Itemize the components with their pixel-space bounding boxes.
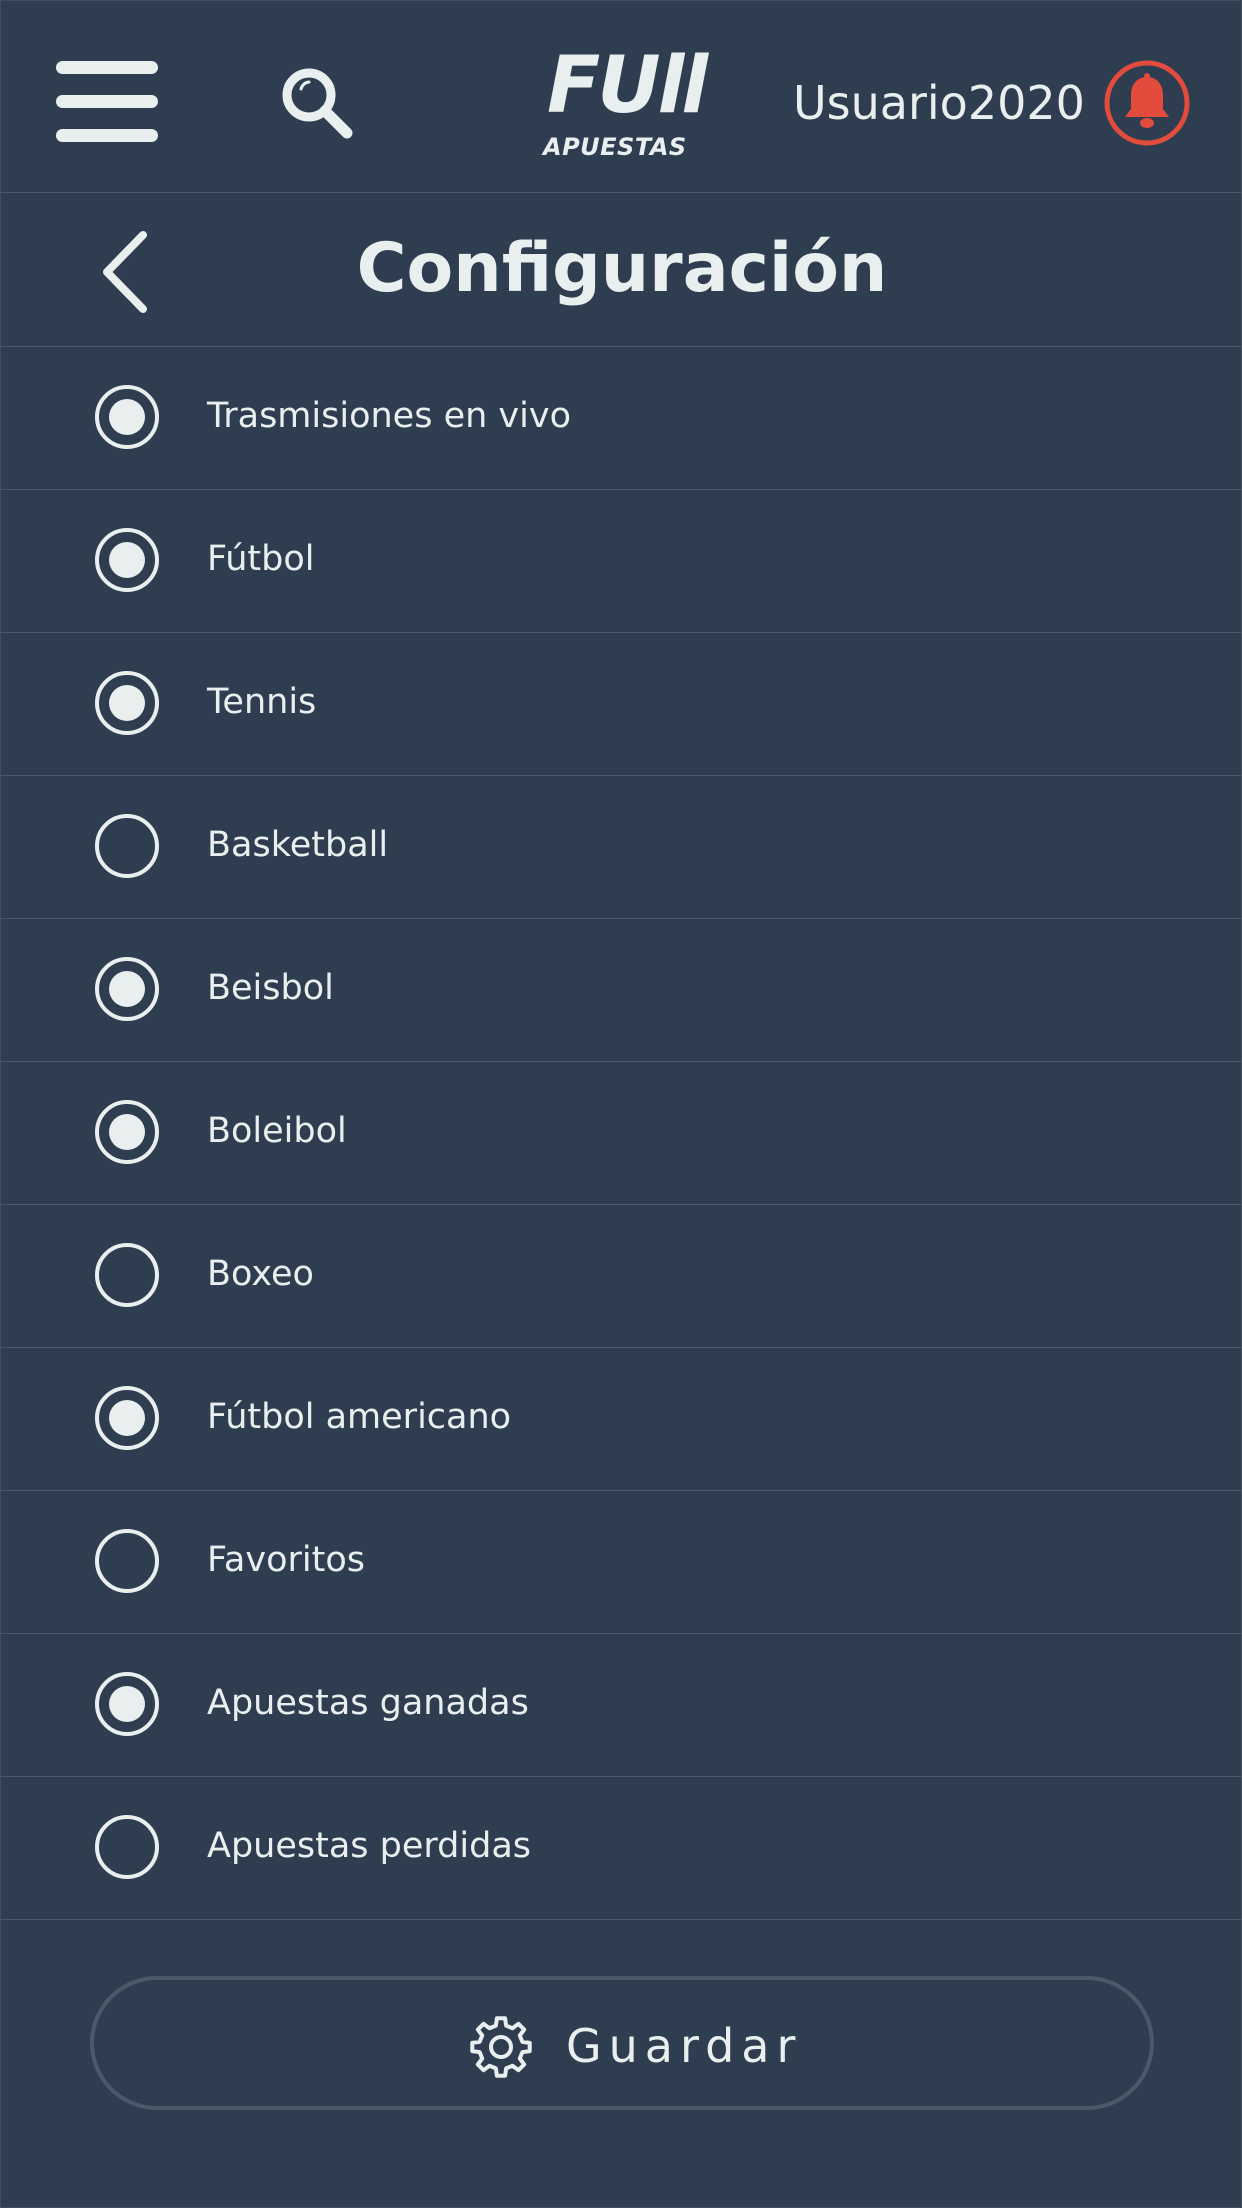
radio-selected[interactable] <box>95 1672 159 1736</box>
title-bar: Configuración <box>1 193 1242 347</box>
logo-subtitle: APUESTAS <box>543 133 687 161</box>
option-label: Beisbol <box>207 968 334 1008</box>
page-title: Configuración <box>356 229 888 308</box>
option-row[interactable]: Apuestas ganadas <box>1 1634 1242 1777</box>
option-row[interactable]: Apuestas perdidas <box>1 1777 1242 1920</box>
bell-icon[interactable] <box>1103 59 1191 147</box>
save-button-label: Guardar <box>566 2019 803 2073</box>
option-row[interactable]: Trasmisiones en vivo <box>1 347 1242 490</box>
radio-selected[interactable] <box>95 671 159 735</box>
radio-unselected[interactable] <box>95 1529 159 1593</box>
option-label: Boxeo <box>207 1254 314 1294</box>
option-row[interactable]: Beisbol <box>1 919 1242 1062</box>
radio-selected[interactable] <box>95 528 159 592</box>
option-label: Fútbol americano <box>207 1397 512 1437</box>
radio-selected[interactable] <box>95 1386 159 1450</box>
settings-options-list: Trasmisiones en vivo Fútbol Tennis Basketba… <box>1 347 1242 1920</box>
radio-dot <box>109 399 145 435</box>
option-label: Fútbol <box>207 539 315 579</box>
option-row[interactable]: Boxeo <box>1 1205 1242 1348</box>
radio-selected[interactable] <box>95 385 159 449</box>
radio-dot <box>109 1400 145 1436</box>
radio-dot <box>109 685 145 721</box>
username-label[interactable]: Usuario2020 <box>793 73 1085 133</box>
radio-dot <box>109 971 145 1007</box>
option-row[interactable]: Fútbol americano <box>1 1348 1242 1491</box>
radio-dot <box>109 1686 145 1722</box>
search-icon[interactable] <box>279 65 355 141</box>
radio-unselected[interactable] <box>95 1243 159 1307</box>
gear-icon <box>468 2014 534 2080</box>
save-button[interactable]: Guardar <box>90 1976 1154 2110</box>
option-label: Apuestas perdidas <box>207 1826 532 1866</box>
radio-unselected[interactable] <box>95 814 159 878</box>
radio-dot <box>109 542 145 578</box>
option-label: Trasmisiones en vivo <box>207 396 571 436</box>
option-label: Favoritos <box>207 1540 365 1580</box>
option-row[interactable]: Boleibol <box>1 1062 1242 1205</box>
option-row[interactable]: Favoritos <box>1 1491 1242 1634</box>
brand-logo[interactable]: FUll APUESTAS <box>539 27 709 167</box>
hamburger-menu-icon[interactable] <box>56 59 158 147</box>
logo-wordmark: FUll <box>547 41 708 131</box>
radio-selected[interactable] <box>95 957 159 1021</box>
app-screen: FUll APUESTAS Usuario2020 Configuración … <box>0 0 1242 2208</box>
option-label: Apuestas ganadas <box>207 1683 529 1723</box>
option-label: Boleibol <box>207 1111 347 1151</box>
option-row[interactable]: Fútbol <box>1 490 1242 633</box>
option-row[interactable]: Tennis <box>1 633 1242 776</box>
option-label: Basketball <box>207 825 389 865</box>
option-label: Tennis <box>207 682 317 722</box>
option-row[interactable]: Basketball <box>1 776 1242 919</box>
radio-dot <box>109 1114 145 1150</box>
top-bar: FUll APUESTAS Usuario2020 <box>1 1 1242 193</box>
radio-selected[interactable] <box>95 1100 159 1164</box>
radio-unselected[interactable] <box>95 1815 159 1879</box>
